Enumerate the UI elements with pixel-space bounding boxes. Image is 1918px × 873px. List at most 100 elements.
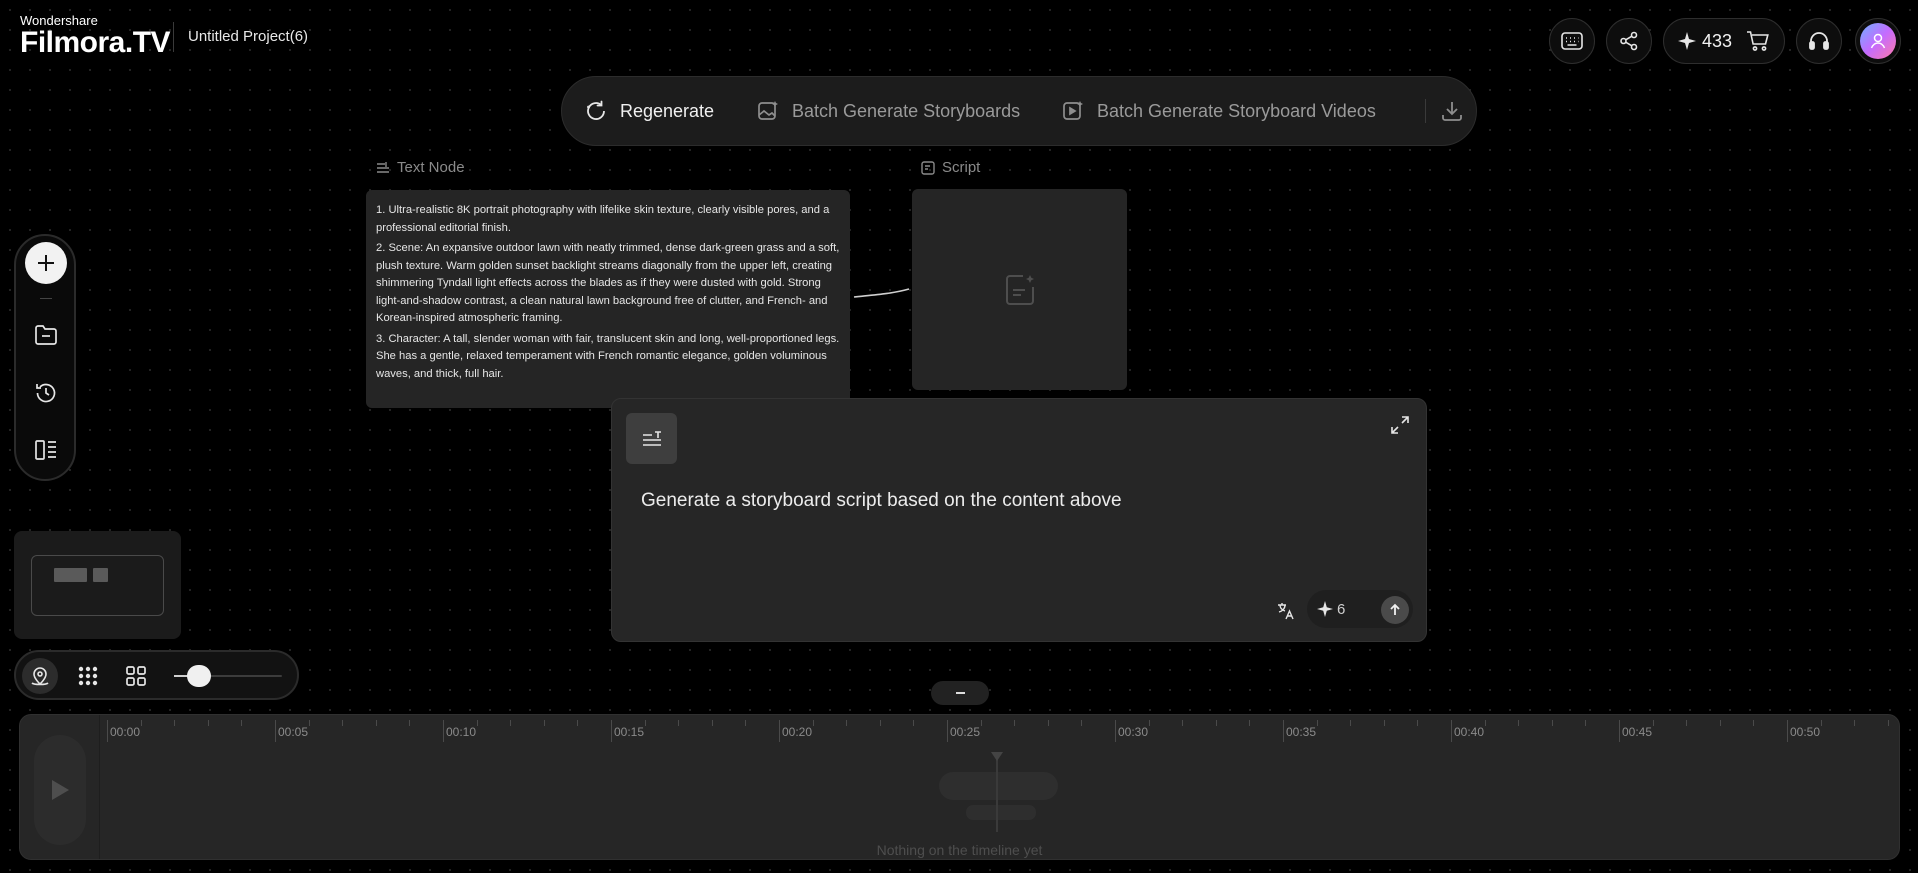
- ruler-minor-tick: [510, 720, 512, 726]
- ruler-minor-tick: [711, 720, 713, 726]
- text-format-button[interactable]: [626, 413, 677, 464]
- node-connector: [851, 282, 913, 300]
- ruler-minor-tick: [1686, 720, 1688, 726]
- support-button[interactable]: [1796, 18, 1842, 64]
- ruler-minor-tick: [1887, 720, 1889, 726]
- ruler-minor-tick: [1316, 720, 1318, 726]
- assets-button[interactable]: [33, 322, 59, 348]
- download-button[interactable]: [1432, 77, 1472, 145]
- plus-icon: [36, 253, 56, 273]
- ruler-tick-label: 00:40: [1454, 725, 1485, 739]
- collapse-timeline-button[interactable]: [931, 681, 989, 705]
- spark-icon: [1678, 32, 1696, 50]
- locate-button[interactable]: [22, 658, 58, 694]
- prompt-input[interactable]: Generate a storyboard script based on th…: [641, 490, 1122, 512]
- ruler-minor-tick: [1215, 720, 1217, 726]
- ruler-minor-tick: [678, 720, 680, 726]
- tiles-icon[interactable]: [124, 664, 148, 688]
- ruler-minor-tick: [241, 720, 243, 726]
- ruler-minor-tick: [1014, 720, 1016, 726]
- minimap-node: [54, 568, 87, 582]
- batch-storyboards-label: Batch Generate Storyboards: [792, 100, 1021, 121]
- generation-cost: 6: [1307, 590, 1413, 628]
- ruler-minor-tick: [812, 720, 814, 726]
- keyboard-icon: [1561, 32, 1583, 50]
- ruler-minor-tick: [1518, 720, 1520, 726]
- timeline-ruler[interactable]: 00:00 00:05 00:10 00:15 00:20 00:25 00:30 00:35…: [101, 715, 1899, 745]
- history-icon: [34, 381, 58, 405]
- image-sparkle-icon: [756, 99, 792, 123]
- playhead[interactable]: [996, 752, 998, 832]
- ruler-tick-label: 00:35: [1286, 725, 1317, 739]
- keyboard-shortcuts-button[interactable]: [1549, 18, 1595, 64]
- avatar-image: [1860, 23, 1896, 59]
- ruler-tick-label: 00:30: [1118, 725, 1149, 739]
- text-node-paragraph: 2. Scene: An expansive outdoor lawn with…: [376, 242, 840, 324]
- ruler-minor-tick: [577, 720, 579, 726]
- headset-icon: [1807, 29, 1831, 53]
- playhead-handle[interactable]: [991, 752, 1003, 761]
- ruler-minor-tick: [745, 720, 747, 726]
- ruler-minor-tick: [1719, 720, 1721, 726]
- text-node-paragraph: 1. Ultra-realistic 8K portrait photograp…: [376, 204, 830, 234]
- empty-clip-placeholder: [966, 805, 1036, 820]
- ruler-minor-tick: [913, 720, 915, 726]
- cost-value: 6: [1337, 600, 1346, 618]
- ruler-minor-tick: [308, 720, 310, 726]
- batch-generate-storyboards-button[interactable]: Batch Generate Storyboards: [756, 77, 1020, 145]
- expand-icon: [1390, 415, 1410, 435]
- ruler-minor-tick: [409, 720, 411, 726]
- ruler-minor-tick: [476, 720, 478, 726]
- add-node-button[interactable]: [25, 242, 67, 284]
- ruler-minor-tick: [980, 720, 982, 726]
- ruler-minor-tick: [1585, 720, 1587, 726]
- layout-button[interactable]: [33, 437, 59, 463]
- ruler-minor-tick: [1047, 720, 1049, 726]
- text-node[interactable]: 1. Ultra-realistic 8K portrait photograp…: [366, 190, 850, 408]
- ruler-tick-label: 00:20: [782, 725, 813, 739]
- history-button[interactable]: [33, 380, 59, 406]
- document-sparkle-icon: [1003, 273, 1037, 307]
- header-divider: [173, 22, 174, 52]
- timeline-empty-message: Nothing on the timeline yet: [876, 842, 1043, 858]
- product-name: Filmora.TV: [20, 26, 171, 59]
- ruler-tick-label: 00:25: [950, 725, 981, 739]
- ruler-minor-tick: [1753, 720, 1755, 726]
- video-sparkle-icon: [1061, 99, 1097, 123]
- play-button[interactable]: [34, 735, 86, 845]
- cart-icon[interactable]: [1746, 30, 1770, 52]
- ruler-minor-tick: [1854, 720, 1856, 726]
- ruler-minor-tick: [1383, 720, 1385, 726]
- canvas-controls: [14, 650, 299, 700]
- translate-button[interactable]: [1274, 599, 1298, 623]
- batch-generate-storyboard-videos-button[interactable]: Batch Generate Storyboard Videos: [1061, 77, 1376, 145]
- regenerate-button[interactable]: Regenerate: [584, 77, 714, 145]
- ruler-minor-tick: [375, 720, 377, 726]
- send-button[interactable]: [1381, 596, 1409, 624]
- grid-icon[interactable]: [76, 664, 100, 688]
- script-node[interactable]: [912, 189, 1127, 390]
- refresh-icon: [584, 99, 620, 123]
- credits-pill[interactable]: 433: [1663, 18, 1785, 64]
- minus-icon: [955, 692, 965, 694]
- expand-button[interactable]: [1387, 412, 1413, 438]
- script-label-text: Script: [942, 159, 981, 176]
- ruler-minor-tick: [140, 720, 142, 726]
- ruler-minor-tick: [174, 720, 176, 726]
- toolbar-divider: [40, 298, 52, 299]
- ruler-minor-tick: [1484, 720, 1486, 726]
- share-button[interactable]: [1606, 18, 1652, 64]
- empty-clip-placeholder: [939, 772, 1058, 800]
- prompt-panel: Generate a storyboard script based on th…: [611, 398, 1427, 642]
- script-icon: [921, 160, 942, 175]
- ruler-minor-tick: [1417, 720, 1419, 726]
- ruler-tick-label: 00:50: [1790, 725, 1821, 739]
- project-title[interactable]: Untitled Project(6): [188, 28, 308, 45]
- minimap-viewport[interactable]: [31, 555, 164, 616]
- zoom-slider-thumb[interactable]: [187, 665, 211, 687]
- left-toolbar: [14, 234, 76, 481]
- spark-icon: [1317, 601, 1333, 617]
- minimap[interactable]: [14, 531, 181, 639]
- user-avatar[interactable]: [1855, 18, 1901, 64]
- text-node-icon: [376, 161, 397, 175]
